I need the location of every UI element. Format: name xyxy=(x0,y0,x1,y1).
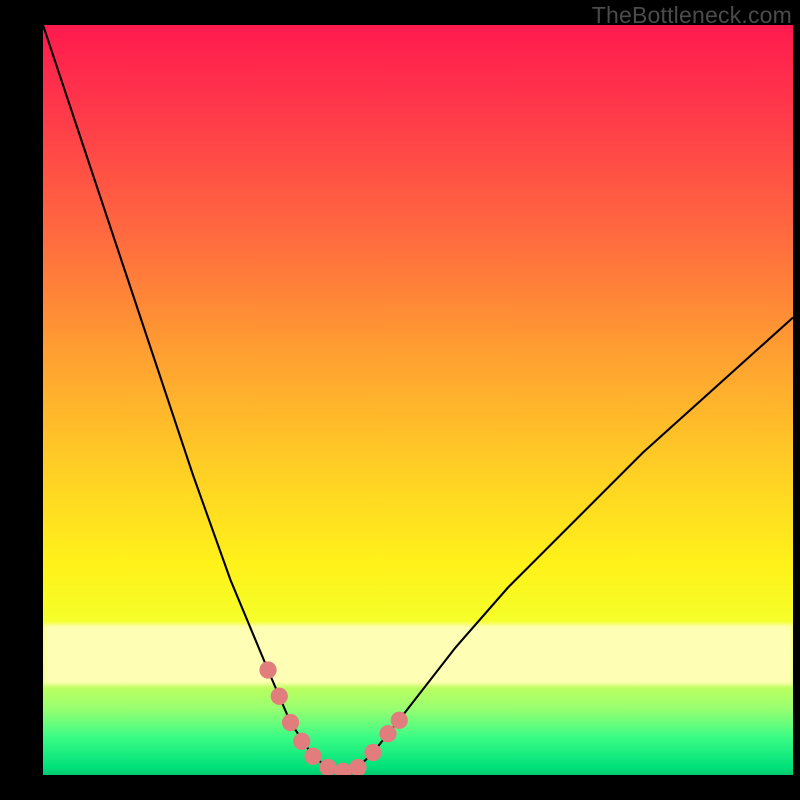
highlight-dot xyxy=(282,714,299,731)
highlight-dot xyxy=(379,725,396,742)
highlight-dot xyxy=(271,688,288,705)
highlight-dot xyxy=(364,744,381,761)
chart-frame: TheBottleneck.com xyxy=(0,0,800,800)
highlight-dot xyxy=(391,712,408,729)
curve-layer xyxy=(43,25,793,775)
highlight-dot xyxy=(334,763,351,775)
highlight-dot xyxy=(304,748,321,765)
highlight-dots xyxy=(259,661,407,775)
watermark-text: TheBottleneck.com xyxy=(592,2,792,29)
bottleneck-curve xyxy=(43,25,793,771)
plot-area xyxy=(43,25,793,775)
highlight-dot xyxy=(319,759,336,775)
highlight-dot xyxy=(259,661,276,678)
highlight-dot xyxy=(293,733,310,750)
